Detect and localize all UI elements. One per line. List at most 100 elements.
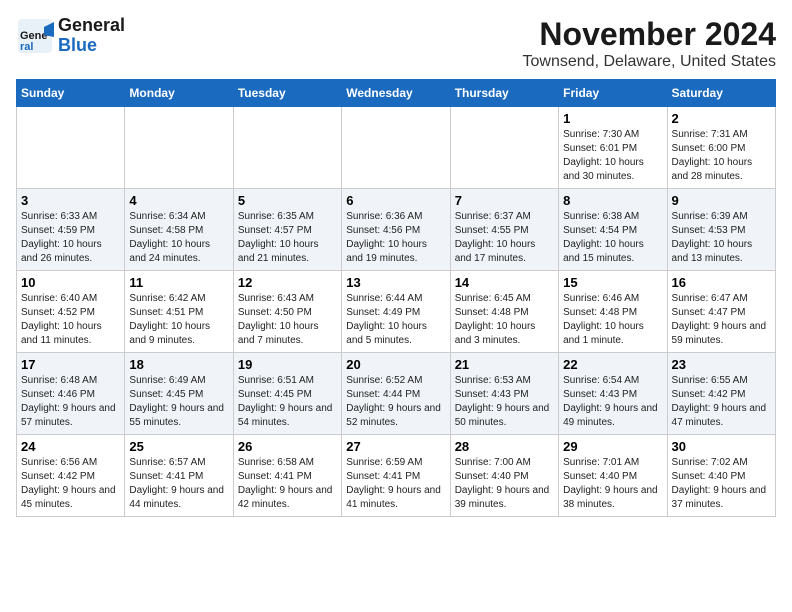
day-number: 11 [129, 275, 228, 290]
day-info: Sunrise: 6:42 AM Sunset: 4:51 PM Dayligh… [129, 292, 228, 348]
day-info: Sunrise: 6:44 AM Sunset: 4:49 PM Dayligh… [346, 292, 445, 348]
day-number: 18 [129, 357, 228, 372]
calendar-cell: 12Sunrise: 6:43 AM Sunset: 4:50 PM Dayli… [233, 271, 341, 353]
calendar-cell: 21 Sunrise: 6:53 AM Sunset: 4:43 PM Dayli… [450, 353, 558, 435]
day-info: Sunrise: 6:48 AM Sunset: 4:46 PM Dayligh… [21, 374, 120, 430]
day-number: 1 [563, 111, 662, 126]
day-info: Sunrise: 6:52 AM Sunset: 4:44 PM Dayligh… [346, 374, 445, 430]
calendar-cell: 6 Sunrise: 6:36 AM Sunset: 4:56 PM Daylig… [342, 189, 450, 271]
calendar-cell: 19Sunrise: 6:51 AM Sunset: 4:45 PM Dayli… [233, 353, 341, 435]
calendar-cell: 5 Sunrise: 6:35 AM Sunset: 4:57 PM Daylig… [233, 189, 341, 271]
day-number: 27 [346, 439, 445, 454]
weekday-header-sunday: Sunday [17, 80, 125, 107]
day-number: 15 [563, 275, 662, 290]
day-info: Sunrise: 6:58 AM Sunset: 4:41 PM Dayligh… [238, 456, 337, 512]
day-number: 7 [455, 193, 554, 208]
calendar-cell: 4Sunrise: 6:34 AM Sunset: 4:58 PM Daylig… [125, 189, 233, 271]
weekday-header-tuesday: Tuesday [233, 80, 341, 107]
calendar-cell: 27Sunrise: 6:59 AM Sunset: 4:41 PM Dayli… [342, 435, 450, 517]
day-number: 23 [672, 357, 771, 372]
day-number: 6 [346, 193, 445, 208]
calendar-cell: 24 Sunrise: 6:56 AM Sunset: 4:42 PM Dayli… [17, 435, 125, 517]
day-number: 13 [346, 275, 445, 290]
calendar-cell: 29Sunrise: 7:01 AM Sunset: 4:40 PM Dayli… [559, 435, 667, 517]
calendar-cell: 11 Sunrise: 6:42 AM Sunset: 4:51 PM Dayli… [125, 271, 233, 353]
calendar-cell: 3 Sunrise: 6:33 AM Sunset: 4:59 PM Daylig… [17, 189, 125, 271]
day-info: Sunrise: 6:54 AM Sunset: 4:43 PM Dayligh… [563, 374, 662, 430]
calendar-cell [450, 107, 558, 189]
calendar-cell: 9Sunrise: 6:39 AM Sunset: 4:53 PM Daylig… [667, 189, 775, 271]
week-row-2: 3 Sunrise: 6:33 AM Sunset: 4:59 PM Daylig… [17, 189, 776, 271]
calendar-cell [125, 107, 233, 189]
day-number: 26 [238, 439, 337, 454]
day-info: Sunrise: 6:55 AM Sunset: 4:42 PM Dayligh… [672, 374, 771, 430]
calendar-cell: 26 Sunrise: 6:58 AM Sunset: 4:41 PM Dayli… [233, 435, 341, 517]
calendar-cell: 16Sunrise: 6:47 AM Sunset: 4:47 PM Dayli… [667, 271, 775, 353]
calendar-cell: 20Sunrise: 6:52 AM Sunset: 4:44 PM Dayli… [342, 353, 450, 435]
day-info: Sunrise: 6:33 AM Sunset: 4:59 PM Dayligh… [21, 210, 120, 266]
logo-icon: Gene ral [16, 17, 54, 55]
calendar-cell: 25 Sunrise: 6:57 AM Sunset: 4:41 PM Dayli… [125, 435, 233, 517]
day-info: Sunrise: 6:46 AM Sunset: 4:48 PM Dayligh… [563, 292, 662, 348]
calendar-cell [342, 107, 450, 189]
day-info: Sunrise: 6:56 AM Sunset: 4:42 PM Dayligh… [21, 456, 120, 512]
calendar-cell: 22 Sunrise: 6:54 AM Sunset: 4:43 PM Dayli… [559, 353, 667, 435]
weekday-header-monday: Monday [125, 80, 233, 107]
day-number: 14 [455, 275, 554, 290]
day-number: 30 [672, 439, 771, 454]
day-number: 25 [129, 439, 228, 454]
day-info: Sunrise: 6:36 AM Sunset: 4:56 PM Dayligh… [346, 210, 445, 266]
page-header: Gene ral General Blue November 2024 Town… [16, 16, 776, 71]
day-info: Sunrise: 7:31 AM Sunset: 6:00 PM Dayligh… [672, 128, 771, 184]
calendar-cell: 18Sunrise: 6:49 AM Sunset: 4:45 PM Dayli… [125, 353, 233, 435]
calendar-cell: 13 Sunrise: 6:44 AM Sunset: 4:49 PM Dayli… [342, 271, 450, 353]
week-row-3: 10 Sunrise: 6:40 AM Sunset: 4:52 PM Dayli… [17, 271, 776, 353]
weekday-header-row: SundayMondayTuesdayWednesdayThursdayFrid… [17, 80, 776, 107]
day-info: Sunrise: 6:40 AM Sunset: 4:52 PM Dayligh… [21, 292, 120, 348]
calendar-table: SundayMondayTuesdayWednesdayThursdayFrid… [16, 79, 776, 517]
day-info: Sunrise: 6:53 AM Sunset: 4:43 PM Dayligh… [455, 374, 554, 430]
day-number: 9 [672, 193, 771, 208]
calendar-cell: 17Sunrise: 6:48 AM Sunset: 4:46 PM Dayli… [17, 353, 125, 435]
day-info: Sunrise: 6:57 AM Sunset: 4:41 PM Dayligh… [129, 456, 228, 512]
calendar-cell [17, 107, 125, 189]
day-info: Sunrise: 6:38 AM Sunset: 4:54 PM Dayligh… [563, 210, 662, 266]
day-number: 24 [21, 439, 120, 454]
week-row-4: 17Sunrise: 6:48 AM Sunset: 4:46 PM Dayli… [17, 353, 776, 435]
calendar-cell: 2Sunrise: 7:31 AM Sunset: 6:00 PM Daylig… [667, 107, 775, 189]
weekday-header-saturday: Saturday [667, 80, 775, 107]
day-number: 28 [455, 439, 554, 454]
day-number: 3 [21, 193, 120, 208]
calendar-cell: 7 Sunrise: 6:37 AM Sunset: 4:55 PM Daylig… [450, 189, 558, 271]
day-number: 5 [238, 193, 337, 208]
week-row-5: 24 Sunrise: 6:56 AM Sunset: 4:42 PM Dayli… [17, 435, 776, 517]
svg-text:ral: ral [20, 41, 33, 53]
calendar-cell: 8 Sunrise: 6:38 AM Sunset: 4:54 PM Daylig… [559, 189, 667, 271]
day-info: Sunrise: 6:35 AM Sunset: 4:57 PM Dayligh… [238, 210, 337, 266]
day-number: 29 [563, 439, 662, 454]
calendar-cell: 10 Sunrise: 6:40 AM Sunset: 4:52 PM Dayli… [17, 271, 125, 353]
calendar-cell: 15 Sunrise: 6:46 AM Sunset: 4:48 PM Dayli… [559, 271, 667, 353]
calendar-cell: 23 Sunrise: 6:55 AM Sunset: 4:42 PM Dayli… [667, 353, 775, 435]
day-info: Sunrise: 6:47 AM Sunset: 4:47 PM Dayligh… [672, 292, 771, 348]
logo: Gene ral General Blue [16, 16, 125, 56]
day-number: 19 [238, 357, 337, 372]
logo-line1: General [58, 16, 125, 36]
calendar-cell: 28Sunrise: 7:00 AM Sunset: 4:40 PM Dayli… [450, 435, 558, 517]
weekday-header-thursday: Thursday [450, 80, 558, 107]
day-number: 21 [455, 357, 554, 372]
day-info: Sunrise: 6:45 AM Sunset: 4:48 PM Dayligh… [455, 292, 554, 348]
day-number: 22 [563, 357, 662, 372]
day-number: 4 [129, 193, 228, 208]
day-number: 10 [21, 275, 120, 290]
weekday-header-wednesday: Wednesday [342, 80, 450, 107]
weekday-header-friday: Friday [559, 80, 667, 107]
day-info: Sunrise: 7:02 AM Sunset: 4:40 PM Dayligh… [672, 456, 771, 512]
calendar-cell: 1 Sunrise: 7:30 AM Sunset: 6:01 PM Daylig… [559, 107, 667, 189]
logo-line2: Blue [58, 36, 125, 56]
day-info: Sunrise: 6:37 AM Sunset: 4:55 PM Dayligh… [455, 210, 554, 266]
day-number: 8 [563, 193, 662, 208]
day-info: Sunrise: 7:30 AM Sunset: 6:01 PM Dayligh… [563, 128, 662, 184]
calendar-cell [233, 107, 341, 189]
day-number: 12 [238, 275, 337, 290]
